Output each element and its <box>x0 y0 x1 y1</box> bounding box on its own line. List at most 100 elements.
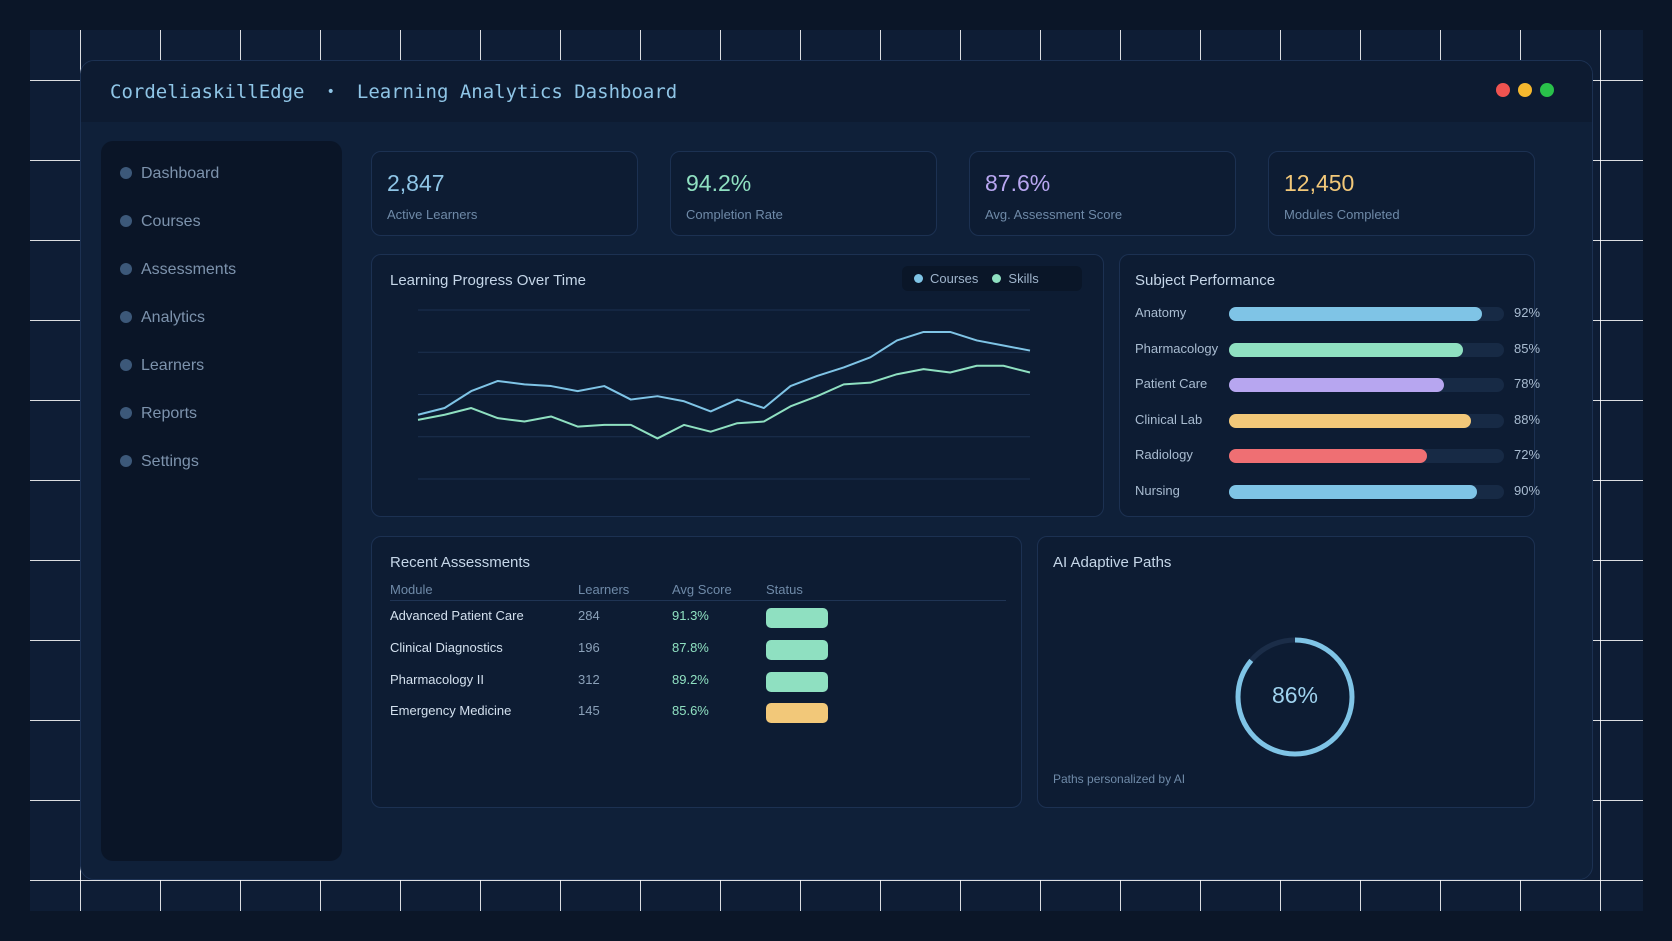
sidebar-item-analytics[interactable]: Analytics <box>111 299 332 336</box>
subject-bar-track <box>1229 342 1504 357</box>
cell-score: 89.2% <box>672 671 709 687</box>
app-name: CordeliaskillEdge <box>110 80 305 103</box>
sidebar-item-settings[interactable]: Settings <box>111 443 332 480</box>
subject-bar-fill <box>1229 485 1477 499</box>
table-row[interactable]: Advanced Patient Care 284 91.3% <box>390 605 1000 628</box>
window-controls <box>1496 83 1554 97</box>
column-header-learners: Learners <box>578 582 630 597</box>
learners-dot-icon <box>120 359 132 371</box>
subject-bar-track <box>1229 307 1504 321</box>
subject-bar-track <box>1229 413 1504 428</box>
subject-percent: 85% <box>1514 340 1541 356</box>
reports-dot-icon <box>120 407 132 419</box>
cell-learners: 196 <box>578 639 600 655</box>
subject-percent: 90% <box>1514 483 1541 498</box>
adaptive-caption: Paths personalized by AI <box>1053 772 1186 786</box>
card-title: Subject Performance <box>1135 272 1276 289</box>
cell-learners: 284 <box>578 608 600 623</box>
assessments-dot-icon <box>120 263 132 275</box>
subject-name: Patient Care <box>1135 376 1208 392</box>
status-badge <box>766 671 828 692</box>
subject-bar-row: Radiology 72% <box>1135 445 1545 465</box>
subject-percent: 88% <box>1514 411 1541 427</box>
subject-bar-fill <box>1229 307 1482 321</box>
cell-module: Clinical Diagnostics <box>390 639 503 655</box>
cell-module: Advanced Patient Care <box>390 608 524 623</box>
title-bar: CordeliaskillEdge • Learning Analytics D… <box>81 61 1592 122</box>
sidebar-item-label: Analytics <box>141 308 206 326</box>
stat-label: Completion Rate <box>686 207 783 222</box>
sidebar-item-label: Assessments <box>141 260 237 278</box>
subject-bar-fill <box>1229 413 1471 428</box>
stat-card-active-learners: 2,847 Active Learners <box>371 151 638 236</box>
status-badge <box>766 639 828 660</box>
table-row[interactable]: Pharmacology II 312 89.2% <box>390 669 1000 692</box>
stat-card-assessment-score: 87.6% Avg. Assessment Score <box>969 151 1236 236</box>
cell-score: 91.3% <box>672 608 709 623</box>
subject-bar-row: Pharmacology 85% <box>1135 339 1545 359</box>
stat-card-modules-completed: 12,450 Modules Completed <box>1268 151 1535 236</box>
cell-score: 87.8% <box>672 639 709 655</box>
subject-bar-track <box>1229 449 1504 464</box>
header-divider <box>390 600 1006 601</box>
cell-module: Pharmacology II <box>390 671 484 687</box>
subject-bar-fill <box>1229 378 1444 393</box>
recent-assessments-card: Recent Assessments Module Learners Avg S… <box>371 536 1022 808</box>
sidebar-item-label: Settings <box>141 452 199 470</box>
subject-name: Pharmacology <box>1135 340 1219 356</box>
dashboard-dot-icon <box>120 167 132 179</box>
app-window: CordeliaskillEdge • Learning Analytics D… <box>80 60 1593 880</box>
subject-bar-row: Clinical Lab 88% <box>1135 410 1545 430</box>
maximize-window-button[interactable] <box>1540 83 1554 97</box>
subject-bar-row: Anatomy 92% <box>1135 303 1545 323</box>
stat-card-completion-rate: 94.2% Completion Rate <box>670 151 937 236</box>
subject-performance-card: Subject Performance Anatomy 92% Pharmacolo… <box>1119 254 1540 517</box>
adaptive-percent: 86% <box>1271 682 1319 708</box>
series-line-skills <box>417 364 1031 440</box>
sidebar-item-label: Reports <box>141 404 198 422</box>
card-title: Recent Assessments <box>390 554 531 571</box>
sidebar-item-reports[interactable]: Reports <box>111 395 332 432</box>
table-row[interactable]: Clinical Diagnostics 196 87.8% <box>390 637 1000 660</box>
sidebar-item-label: Dashboard <box>141 164 220 182</box>
column-header-module: Module <box>390 582 433 597</box>
progress-chart-card: Learning Progress Over Time Courses Skil… <box>371 254 1104 517</box>
window-title: Learning Analytics Dashboard <box>356 80 678 103</box>
subject-bar-fill <box>1229 342 1463 357</box>
stat-value: 87.6% <box>985 170 1051 196</box>
cell-module: Emergency Medicine <box>390 703 512 719</box>
subject-name: Radiology <box>1135 447 1193 463</box>
column-header-status: Status <box>766 582 803 597</box>
subject-bar-fill <box>1229 449 1427 464</box>
stat-label: Avg. Assessment Score <box>985 207 1123 222</box>
courses-dot-icon <box>120 215 132 227</box>
adaptive-paths-card: AI Adaptive Paths 86% Paths personalized… <box>1037 536 1535 808</box>
minimize-window-button[interactable] <box>1518 83 1532 97</box>
progress-line-chart <box>417 309 1031 480</box>
cell-score: 85.6% <box>672 703 709 719</box>
subject-percent: 78% <box>1514 376 1541 392</box>
series-line-courses <box>417 330 1031 416</box>
subject-bar-row: Nursing 90% <box>1135 481 1545 501</box>
stat-value: 94.2% <box>686 170 752 196</box>
cell-learners: 312 <box>578 671 600 687</box>
stat-label: Modules Completed <box>1284 207 1400 222</box>
table-row[interactable]: Emergency Medicine 145 85.6% <box>390 700 1000 724</box>
cell-learners: 145 <box>578 703 600 719</box>
sidebar-item-courses[interactable]: Courses <box>111 203 332 240</box>
subject-name: Anatomy <box>1135 305 1187 320</box>
title-separator: • <box>326 83 335 100</box>
column-header-avg-score: Avg Score <box>672 582 732 597</box>
sidebar-item-assessments[interactable]: Assessments <box>111 251 332 288</box>
subject-name: Clinical Lab <box>1135 411 1203 427</box>
sidebar-item-label: Learners <box>141 356 205 374</box>
sidebar-item-learners[interactable]: Learners <box>111 347 332 384</box>
sidebar-item-dashboard[interactable]: Dashboard <box>111 155 332 192</box>
settings-dot-icon <box>120 455 132 467</box>
stat-value: 12,450 <box>1284 170 1355 196</box>
subject-percent: 92% <box>1514 305 1541 320</box>
subject-bar-track <box>1229 485 1504 499</box>
stat-label: Active Learners <box>387 207 478 222</box>
close-window-button[interactable] <box>1496 83 1510 97</box>
analytics-dot-icon <box>120 311 132 323</box>
